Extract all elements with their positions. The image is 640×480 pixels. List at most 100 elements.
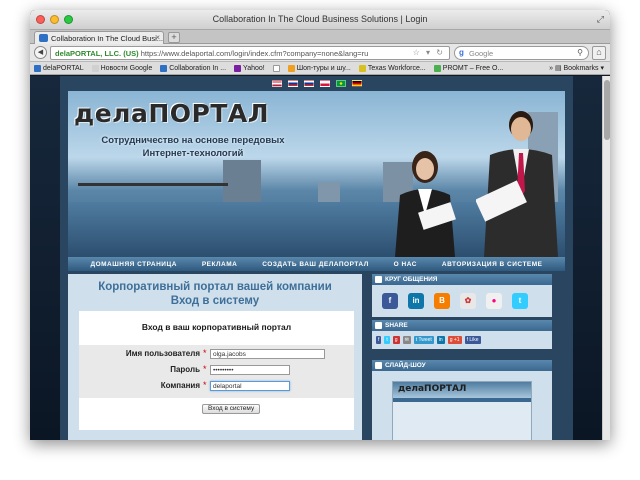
share-twitter-icon[interactable]: t [384,336,390,344]
bookmark-icon [34,64,41,72]
flag-br-icon[interactable] [335,80,346,87]
page-title-line2: Вход в систему [170,295,260,307]
favicon-icon [39,34,48,42]
social-section-header: КРУГ ОБЩЕНИЯ [372,274,552,285]
site-logo[interactable]: делаПОРТАЛ [74,99,269,128]
company-row: Компания * [79,380,354,392]
login-submit-button[interactable]: Вход в систему [202,404,261,414]
home-button[interactable]: ⌂ [592,46,606,60]
google-plus-button[interactable]: g +1 [447,336,462,344]
login-panel: Корпоративный портал вашей компании Вход… [68,274,362,440]
share-email-icon[interactable]: ✉ [402,336,411,344]
flag-sk-icon[interactable] [303,80,314,87]
bookmark-item[interactable]: delaPORTAL [34,64,84,72]
slide-body [393,402,531,440]
required-mark: * [203,380,207,390]
password-input[interactable] [210,365,290,375]
company-input[interactable] [210,381,290,391]
page-title: Корпоративный портал вашей компании Вход… [68,280,362,308]
banner-building [223,160,261,202]
bookmark-star-icon[interactable]: ☆ ▾ ↻ [413,48,445,57]
slideshow-panel: делаПОРТАЛ [372,371,552,440]
fullscreen-icon[interactable]: ⤢ [597,14,604,25]
bookmark-item[interactable]: Texas Workforce... [358,64,426,72]
section-icon [375,276,382,283]
flag-de-icon[interactable] [351,80,362,87]
facebook-icon[interactable]: f [382,293,398,309]
slide-logo: делаПОРТАЛ [393,382,531,398]
bookmark-item[interactable]: PROMT – Free O... [433,64,503,72]
blogger-icon[interactable]: B [434,293,450,309]
section-icon [375,362,382,369]
share-google-icon[interactable]: g [392,336,400,344]
bookmark-item[interactable] [272,64,280,72]
twitter-icon[interactable]: t [512,293,528,309]
tab-close-icon[interactable]: × [155,33,160,42]
navigation-bar: ◀ delaPORTAL, LLC. (US) https://www.dela… [30,44,610,62]
share-facebook-icon[interactable]: f [376,336,382,344]
window-title: Collaboration In The Cloud Business Solu… [212,14,428,24]
flag-ru-icon[interactable] [287,80,298,87]
scrollbar-thumb[interactable] [604,80,610,140]
site-tagline: Сотрудничество на основе передовых Интер… [101,135,285,159]
tab-bar: Collaboration In The Cloud Busi... × + [30,30,610,44]
bookmark-item[interactable]: Новости Google [91,64,152,72]
username-input[interactable] [210,349,325,359]
bookmark-icon [433,64,441,72]
bookmarks-menu[interactable]: » ▤ Bookmarks ▾ [549,64,604,72]
bookmark-item[interactable]: Yahoo! [234,64,265,72]
main-navigation: ДОМАШНЯЯ СТРАНИЦА РЕКЛАМА СОЗДАТЬ ВАШ ДЕ… [68,257,565,271]
linkedin-icon[interactable]: in [408,293,424,309]
header-banner: делаПОРТАЛ Сотрудничество на основе пере… [68,91,565,257]
nav-create-portal[interactable]: СОЗДАТЬ ВАШ ДЕЛАПОРТАЛ [262,261,369,268]
title-bar: Collaboration In The Cloud Business Solu… [30,10,610,30]
language-flags [60,80,573,87]
required-mark: * [203,364,207,374]
share-linkedin-icon[interactable]: in [436,336,445,344]
search-placeholder: Google [469,49,494,58]
nav-login[interactable]: АВТОРИЗАЦИЯ В СИСТЕМЕ [442,261,543,268]
slideshow-section-title: СЛАЙД-ШОУ [385,362,426,369]
tweet-button[interactable]: t Tweet [413,336,434,344]
picasa-icon[interactable]: ✿ [460,293,476,309]
browser-window: Collaboration In The Cloud Business Solu… [30,10,610,440]
new-tab-button[interactable]: + [168,32,180,43]
password-row: Пароль * [79,364,354,376]
slideshow-image[interactable]: делаПОРТАЛ [392,381,532,440]
back-button[interactable]: ◀ [34,46,47,59]
flag-pl-icon[interactable] [319,80,330,87]
password-label: Пароль [170,365,200,374]
bookmark-item[interactable]: Collaboration In ... [160,64,226,72]
nav-about[interactable]: О НАС [394,261,417,268]
social-panel: f in B ✿ ● t [372,285,552,317]
page-container: делаПОРТАЛ Сотрудничество на основе пере… [60,76,573,440]
required-mark: * [203,348,207,358]
google-icon[interactable]: g [459,48,464,57]
share-section-header: SHARE [372,320,552,331]
sidebar: КРУГ ОБЩЕНИЯ f in B ✿ ● t SHARE f t g ✉ … [372,274,552,440]
flag-us-icon[interactable] [271,80,282,87]
businesswoman-image [395,151,456,257]
login-fields: Имя пользователя * Пароль * Компания * [79,345,354,398]
company-label: Компания [160,381,200,390]
page-viewport: делаПОРТАЛ Сотрудничество на основе пере… [30,76,610,440]
address-bar[interactable]: delaPORTAL, LLC. (US) https://www.delapo… [50,46,450,60]
tab-label: Collaboration In The Cloud Busi... [51,34,164,43]
page-title-line1: Корпоративный портал вашей компании [98,281,332,293]
search-input[interactable]: g Google ⚲ [454,46,589,60]
site-identity[interactable]: delaPORTAL, LLC. (US) [55,49,139,58]
nav-home[interactable]: ДОМАШНЯЯ СТРАНИЦА [90,261,176,268]
browser-tab[interactable]: Collaboration In The Cloud Busi... × [34,31,164,44]
facebook-like-button[interactable]: f Like [464,336,481,344]
vertical-scrollbar[interactable] [602,76,610,440]
bookmark-icon [234,64,242,72]
bookmark-item[interactable]: Шоп-туры и шу... [287,64,351,72]
nav-advertising[interactable]: РЕКЛАМА [202,261,238,268]
bookmark-icon [272,64,280,72]
flickr-icon[interactable]: ● [486,293,502,309]
businessman-image [476,111,558,257]
search-icon[interactable]: ⚲ [577,48,583,57]
login-form: Вход в ваш корпоративный портал Имя поль… [79,311,354,430]
share-buttons: f t g ✉ t Tweet in g +1 f Like [376,336,481,344]
bookmark-icon [91,64,99,72]
